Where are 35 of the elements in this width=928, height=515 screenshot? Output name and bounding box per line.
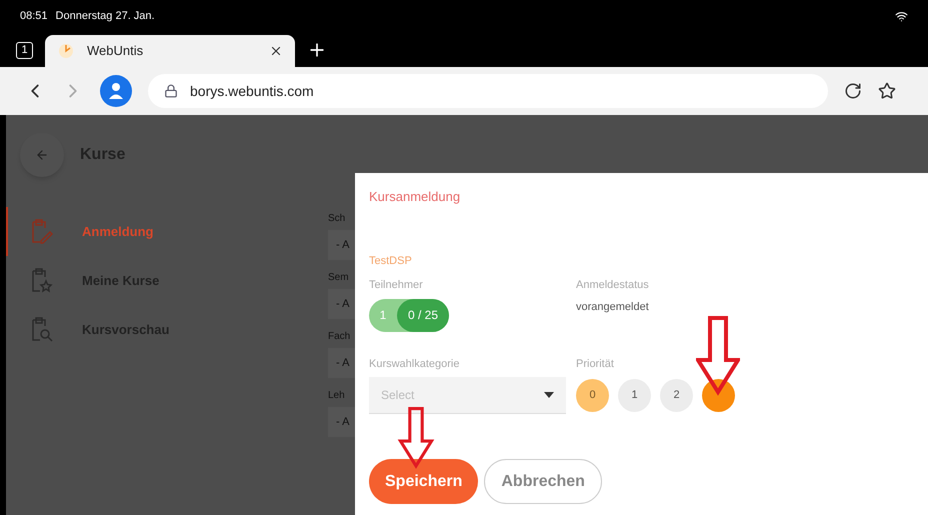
filter-label: Leh [328, 389, 346, 403]
dropdown-caret-icon [544, 392, 554, 398]
priority-option[interactable]: 1 [618, 379, 651, 412]
filter-label: Fach [328, 330, 352, 344]
tab-title: WebUntis [87, 42, 144, 60]
priority-option[interactable]: 0 [576, 379, 609, 412]
priority-option[interactable]: 2 [660, 379, 693, 412]
clock-logo-icon [57, 42, 75, 60]
cancel-button[interactable]: Abbrechen [484, 459, 602, 504]
status-label: Anmeldestatus [576, 278, 649, 293]
lock-icon [164, 84, 178, 98]
annotation-arrow-icon [396, 407, 436, 469]
sidebar-item[interactable]: Anmeldung [6, 207, 326, 256]
favorites-icon[interactable] [878, 82, 896, 100]
dialog-title: Kursanmeldung [369, 188, 462, 206]
annotation-arrow-icon [696, 315, 740, 397]
participants-label: Teilnehmer [369, 278, 424, 293]
url-text: borys.webuntis.com [190, 82, 314, 101]
status-time: 08:51 [20, 9, 48, 24]
filter-label: Sch [328, 212, 346, 226]
status-value: vorangemeldet [576, 300, 649, 314]
category-label: Kurswahlkategorie [369, 356, 460, 372]
close-icon[interactable] [269, 44, 283, 58]
address-field[interactable]: borys.webuntis.com [148, 74, 828, 108]
participants-badge: 1 0 / 25 [369, 298, 449, 332]
save-button[interactable]: Speichern [369, 459, 478, 504]
category-dropdown[interactable]: Select [369, 377, 566, 414]
browser-tab[interactable]: WebUntis [45, 35, 295, 67]
status-date: Donnerstag 27. Jan. [56, 9, 155, 24]
reload-icon[interactable] [844, 82, 862, 100]
course-name: TestDSP [369, 254, 413, 268]
priority-label: Priorität [576, 356, 615, 372]
filter-label: Sem [328, 271, 350, 285]
profile-avatar[interactable] [100, 75, 132, 107]
tab-count-button[interactable]: 1 [16, 42, 33, 58]
